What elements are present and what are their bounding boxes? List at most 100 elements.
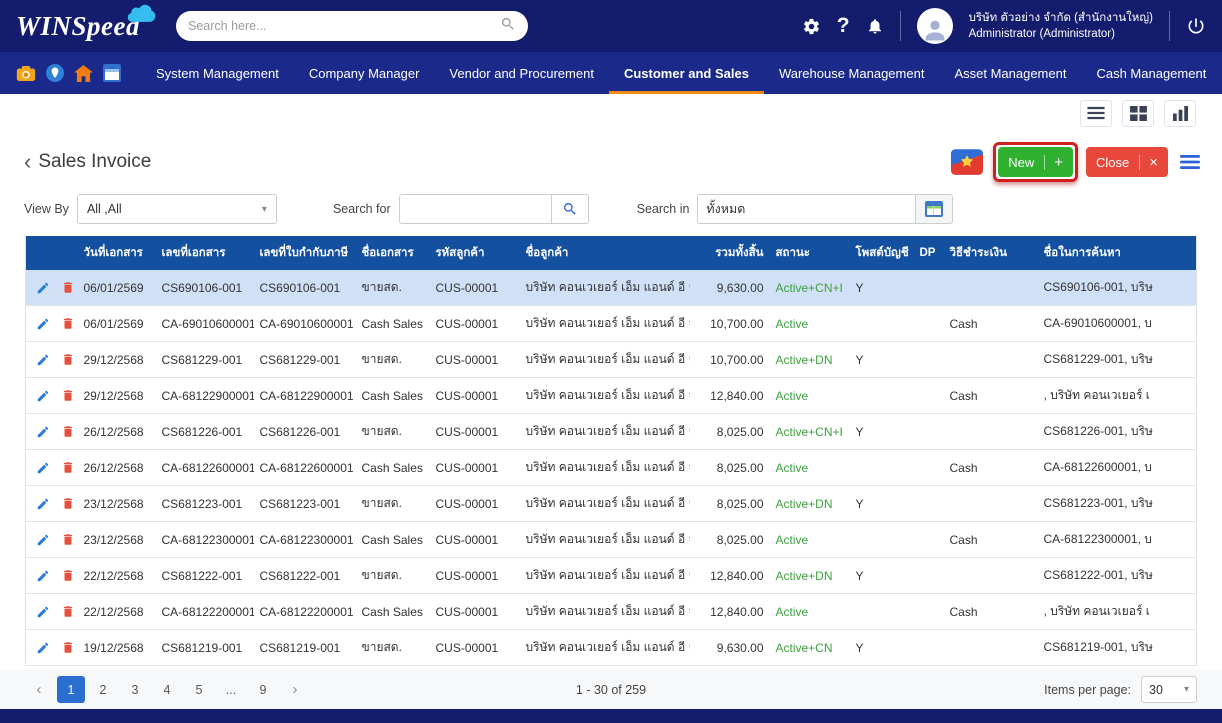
cell-date: 22/12/2568 [78,558,156,594]
view-by-select[interactable]: All ,All ▾ [77,194,277,224]
column-header[interactable]: วันที่เอกสาร [78,236,156,270]
column-header[interactable]: DP [914,236,944,270]
search-for-button[interactable] [551,194,589,224]
column-header[interactable]: โพสต์บัญชี [850,236,914,270]
column-header[interactable]: ชื่อลูกค้า [520,236,690,270]
nav-item-customer-and-sales[interactable]: Customer and Sales [609,52,764,94]
search-in-picker-icon[interactable] [915,194,953,224]
table-row[interactable]: 06/01/2569CA-69010600001CA-69010600001Ca… [26,306,1197,342]
row-actions [26,414,78,450]
home-icon[interactable] [74,65,93,82]
nav-item-system-management[interactable]: System Management [141,52,294,94]
delete-trash-icon[interactable] [61,568,75,583]
notifications-bell-icon[interactable] [866,17,884,35]
global-search[interactable] [176,11,528,41]
edit-pencil-icon[interactable] [36,605,50,619]
page-number-button[interactable]: 9 [249,676,277,703]
cell-post-gl [850,450,914,486]
close-button[interactable]: Close × [1086,147,1168,177]
table-row[interactable]: 29/12/2568CA-68122900001CA-68122900001Ca… [26,378,1197,414]
new-button[interactable]: New + [998,147,1073,177]
delete-trash-icon[interactable] [61,280,75,295]
cell-doc-no: CA-68122300001 [156,522,254,558]
cell-customer-code: CUS-00001 [430,306,520,342]
search-for-input[interactable] [399,194,551,224]
edit-pencil-icon[interactable] [36,569,50,583]
delete-trash-icon[interactable] [61,352,75,367]
menu-hamburger-icon[interactable] [1180,154,1200,170]
cell-search-name: CS681222-001, บริษ [1038,558,1197,594]
cell-doc-no: CS681229-001 [156,342,254,378]
table-row[interactable]: 06/01/2569CS690106-001CS690106-001ขายสด.… [26,270,1197,306]
column-header[interactable]: เลขที่เอกสาร [156,236,254,270]
delete-trash-icon[interactable] [61,604,75,619]
page-number-button[interactable]: ... [217,676,245,703]
calendar-icon[interactable] [103,64,121,82]
column-header[interactable]: สถานะ [770,236,850,270]
list-view-icon[interactable] [1080,100,1112,127]
cell-search-name: , บริษัท คอนเวเยอร์ เ [1038,378,1197,414]
search-in-input[interactable] [697,194,915,224]
nav-item-warehouse-management[interactable]: Warehouse Management [764,52,940,94]
page-number-button[interactable]: 3 [121,676,149,703]
delete-trash-icon[interactable] [61,424,75,439]
column-header[interactable]: รวมทั้งสิ้น [690,236,770,270]
next-page-button[interactable]: › [281,676,309,703]
nav-item-company-manager[interactable]: Company Manager [294,52,435,94]
page-number-button[interactable]: 5 [185,676,213,703]
grid-view-icon[interactable] [1122,100,1154,127]
nav-item-vendor-and-procurement[interactable]: Vendor and Procurement [434,52,609,94]
prev-page-button[interactable]: ‹ [25,676,53,703]
user-avatar[interactable] [917,8,953,44]
page-number-button[interactable]: 1 [57,676,85,703]
table-row[interactable]: 29/12/2568CS681229-001CS681229-001ขายสด.… [26,342,1197,378]
delete-trash-icon[interactable] [61,532,75,547]
column-header[interactable]: ชื่อในการค้นหา [1038,236,1197,270]
table-row[interactable]: 19/12/2568CS681219-001CS681219-001ขายสด.… [26,630,1197,666]
chart-view-icon[interactable] [1164,100,1196,127]
settings-gear-icon[interactable] [802,17,821,36]
table-row[interactable]: 22/12/2568CS681222-001CS681222-001ขายสด.… [26,558,1197,594]
edit-pencil-icon[interactable] [36,389,50,403]
delete-trash-icon[interactable] [61,640,75,655]
delete-trash-icon[interactable] [61,316,75,331]
table-row[interactable]: 26/12/2568CS681226-001CS681226-001ขายสด.… [26,414,1197,450]
edit-pencil-icon[interactable] [36,497,50,511]
page-number-button[interactable]: 4 [153,676,181,703]
cell-doc-no: CA-68122600001 [156,450,254,486]
column-header[interactable]: รหัสลูกค้า [430,236,520,270]
table-row[interactable]: 26/12/2568CA-68122600001CA-68122600001Ca… [26,450,1197,486]
column-header[interactable]: ชื่อเอกสาร [356,236,430,270]
edit-pencil-icon[interactable] [36,641,50,655]
nav-item-asset-management[interactable]: Asset Management [939,52,1081,94]
back-button[interactable]: ‹ [24,151,31,173]
cell-doc-name: Cash Sales [356,594,430,630]
delete-trash-icon[interactable] [61,496,75,511]
close-button-label: Close [1096,155,1129,170]
table-row[interactable]: 23/12/2568CA-68122300001CA-68122300001Ca… [26,522,1197,558]
table-row[interactable]: 22/12/2568CA-68122200001CA-68122200001Ca… [26,594,1197,630]
logout-power-icon[interactable] [1186,16,1206,36]
edit-pencil-icon[interactable] [36,281,50,295]
items-per-page-select[interactable]: 30 ▾ [1141,676,1197,703]
edit-pencil-icon[interactable] [36,461,50,475]
global-search-input[interactable] [188,19,500,33]
table-row[interactable]: 23/12/2568CS681223-001CS681223-001ขายสด.… [26,486,1197,522]
app-flag-icon-button[interactable] [951,148,985,176]
divider [1169,11,1170,41]
nav-item-cash-management[interactable]: Cash Management [1081,52,1221,94]
edit-pencil-icon[interactable] [36,317,50,331]
column-header[interactable]: วิธีชำระเงิน [944,236,1038,270]
delete-trash-icon[interactable] [61,460,75,475]
edit-pencil-icon[interactable] [36,353,50,367]
camera-icon[interactable] [16,65,36,82]
column-header[interactable]: เลขที่ใบกำกับภาษี [254,236,356,270]
cell-total: 8,025.00 [690,450,770,486]
delete-trash-icon[interactable] [61,388,75,403]
edit-pencil-icon[interactable] [36,425,50,439]
page-number-button[interactable]: 2 [89,676,117,703]
edit-pencil-icon[interactable] [36,533,50,547]
map-pin-icon[interactable] [46,64,64,82]
help-icon[interactable]: ? [837,14,850,38]
cell-payment [944,270,1038,306]
